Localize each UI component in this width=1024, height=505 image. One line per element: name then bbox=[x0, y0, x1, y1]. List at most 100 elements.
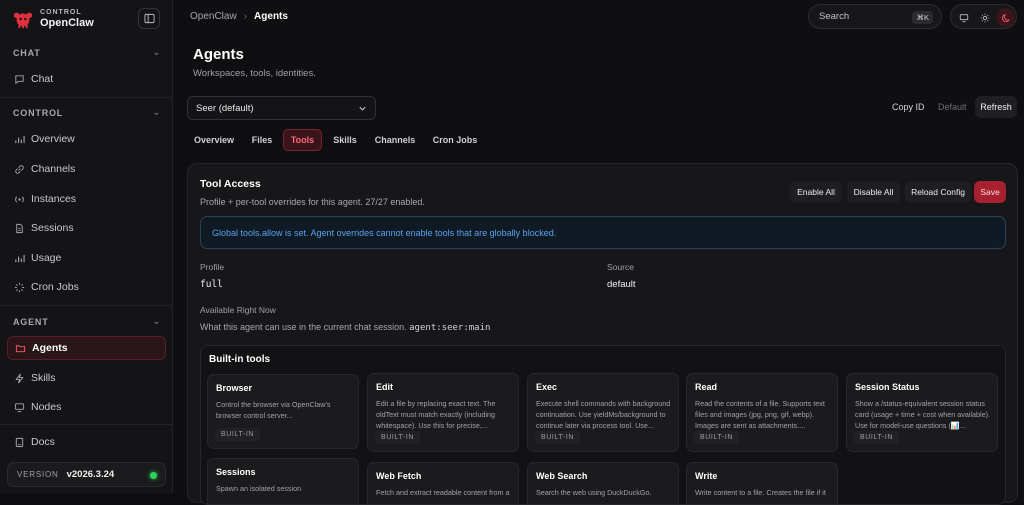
book-icon bbox=[15, 437, 24, 447]
set-default-button[interactable]: Default bbox=[938, 96, 967, 118]
section-chat[interactable]: CHAT ⌄ bbox=[13, 47, 161, 58]
breadcrumb-current: Agents bbox=[254, 11, 288, 22]
tab-channels[interactable]: Channels bbox=[371, 129, 419, 151]
version-label: VERSION bbox=[17, 470, 59, 479]
tool-card-read[interactable]: Read Read the contents of a file. Suppor… bbox=[686, 373, 838, 452]
refresh-button[interactable]: Refresh bbox=[975, 96, 1017, 118]
breadcrumb-separator: › bbox=[243, 11, 248, 22]
search-shortcut: ⌘K bbox=[912, 11, 933, 24]
sidebar-collapse-button[interactable] bbox=[138, 8, 160, 29]
chevron-down-icon: ⌄ bbox=[152, 47, 161, 57]
reload-config-button[interactable]: Reload Config bbox=[905, 181, 971, 203]
sidebar-item-label: Overview bbox=[31, 133, 75, 145]
sidebar-item-label: Agents bbox=[32, 342, 68, 354]
version-value: v2026.3.24 bbox=[66, 469, 115, 480]
available-now-label: Available Right Now bbox=[200, 305, 276, 315]
tool-description: Edit a file by replacing exact text. The… bbox=[376, 399, 496, 430]
tool-card-browser[interactable]: Browser Control the browser via OpenClaw… bbox=[207, 374, 359, 449]
tool-description: Read the contents of a file. Supports te… bbox=[695, 399, 825, 430]
sidebar-item-usage[interactable]: Usage bbox=[7, 246, 166, 270]
tool-name: Web Search bbox=[536, 471, 588, 481]
sidebar-item-nodes[interactable]: Nodes bbox=[7, 395, 166, 419]
theme-light-button[interactable] bbox=[975, 8, 994, 27]
theme-system-button[interactable] bbox=[954, 8, 973, 27]
brand[interactable]: CONTROL OpenClaw bbox=[12, 8, 94, 30]
theme-switcher bbox=[950, 4, 1017, 29]
loader-icon bbox=[14, 282, 25, 292]
search-input[interactable]: Search ⌘K bbox=[808, 4, 942, 29]
divider bbox=[0, 305, 173, 306]
session-key: agent:seer:main bbox=[409, 323, 491, 333]
agent-select-value: Seer (default) bbox=[196, 102, 254, 114]
tool-card-web-fetch[interactable]: Web Fetch Fetch and extract readable con… bbox=[367, 462, 519, 504]
moon-icon bbox=[1001, 13, 1010, 22]
sidebar-item-docs[interactable]: Docs bbox=[7, 430, 166, 454]
sidebar-item-instances[interactable]: Instances bbox=[7, 187, 166, 211]
tab-skills[interactable]: Skills bbox=[328, 129, 362, 151]
version-badge: VERSION v2026.3.24 bbox=[7, 462, 166, 487]
chevron-down-icon: ⌄ bbox=[152, 316, 161, 326]
chevron-down-icon: ⌄ bbox=[152, 107, 161, 117]
sidebar-item-overview[interactable]: Overview bbox=[7, 127, 166, 151]
sidebar: CONTROL OpenClaw CHAT ⌄ Chat CONTROL ⌄ Ove… bbox=[0, 0, 173, 493]
breadcrumb: OpenClaw › Agents bbox=[190, 11, 288, 22]
source-label: Source bbox=[607, 262, 634, 272]
builtin-badge: BUILT-IN bbox=[215, 428, 261, 441]
tool-description: Execute shell commands with background c… bbox=[536, 399, 671, 430]
builtin-badge: BUILT-IN bbox=[854, 431, 900, 444]
sidebar-item-cron-jobs[interactable]: Cron Jobs bbox=[7, 275, 166, 299]
page-subtitle: Workspaces, tools, identities. bbox=[193, 68, 316, 79]
sidebar-item-skills[interactable]: Skills bbox=[7, 366, 166, 390]
tool-card-edit[interactable]: Edit Edit a file by replacing exact text… bbox=[367, 373, 519, 452]
tool-description: Control the browser via OpenClaw's brows… bbox=[216, 400, 331, 420]
tool-card-write[interactable]: Write Write content to a file. Creates t… bbox=[686, 462, 838, 504]
tab-tools[interactable]: Tools bbox=[283, 129, 322, 151]
monitor-icon bbox=[14, 402, 25, 412]
search-placeholder: Search bbox=[819, 11, 850, 22]
page-title: Agents bbox=[193, 46, 244, 63]
tool-card-exec[interactable]: Exec Execute shell commands with backgro… bbox=[527, 373, 679, 452]
sidebar-item-label: Sessions bbox=[31, 222, 74, 234]
global-allow-notice: Global tools.allow is set. Agent overrid… bbox=[200, 216, 1006, 249]
bar-chart-icon bbox=[15, 254, 25, 262]
source-value: default bbox=[607, 279, 636, 290]
builtin-badge: BUILT-IN bbox=[694, 431, 740, 444]
disable-all-button[interactable]: Disable All bbox=[847, 181, 900, 203]
agent-select[interactable]: Seer (default) bbox=[187, 96, 376, 120]
section-agent[interactable]: AGENT ⌄ bbox=[13, 316, 161, 327]
status-dot-icon bbox=[150, 472, 157, 479]
theme-dark-button[interactable] bbox=[996, 8, 1015, 27]
sidebar-item-sessions[interactable]: Sessions bbox=[7, 216, 166, 240]
sidebar-item-label: Cron Jobs bbox=[31, 281, 79, 293]
sidebar-item-label: Instances bbox=[31, 193, 76, 205]
save-button[interactable]: Save bbox=[974, 181, 1006, 203]
tool-card-session-status[interactable]: Session Status Show a /status-equivalent… bbox=[846, 373, 998, 452]
tool-card-sessions[interactable]: Sessions Spawn an isolated session bbox=[207, 458, 359, 504]
openclaw-logo-icon bbox=[13, 12, 33, 29]
chevron-down-icon bbox=[359, 106, 366, 111]
tool-name: Web Fetch bbox=[376, 471, 422, 481]
profile-value: full bbox=[200, 279, 223, 290]
sidebar-toggle-icon bbox=[143, 13, 155, 24]
sidebar-item-label: Channels bbox=[31, 163, 76, 175]
enable-all-button[interactable]: Enable All bbox=[790, 181, 842, 203]
builtin-badge: BUILT-IN bbox=[375, 431, 421, 444]
tab-overview[interactable]: Overview bbox=[187, 129, 241, 151]
tool-name: Browser bbox=[216, 383, 253, 393]
sidebar-item-chat[interactable]: Chat bbox=[7, 67, 166, 91]
document-icon bbox=[16, 223, 23, 233]
builtin-badge: BUILT-IN bbox=[535, 431, 581, 444]
tab-files[interactable]: Files bbox=[247, 129, 277, 151]
copy-id-button[interactable]: Copy ID bbox=[892, 96, 925, 118]
sidebar-item-agents[interactable]: Agents bbox=[7, 336, 166, 360]
section-control[interactable]: CONTROL ⌄ bbox=[13, 107, 161, 118]
brand-subtitle: CONTROL bbox=[40, 9, 82, 16]
tool-card-web-search[interactable]: Web Search Search the web using DuckDuck… bbox=[527, 462, 679, 504]
folder-icon bbox=[15, 344, 26, 352]
tool-name: Write bbox=[695, 471, 718, 481]
sidebar-item-channels[interactable]: Channels bbox=[7, 157, 166, 181]
tab-cron-jobs[interactable]: Cron Jobs bbox=[429, 129, 481, 151]
breadcrumb-root[interactable]: OpenClaw bbox=[190, 11, 237, 22]
tool-access-title: Tool Access bbox=[200, 178, 261, 190]
chat-bubble-icon bbox=[15, 74, 24, 84]
